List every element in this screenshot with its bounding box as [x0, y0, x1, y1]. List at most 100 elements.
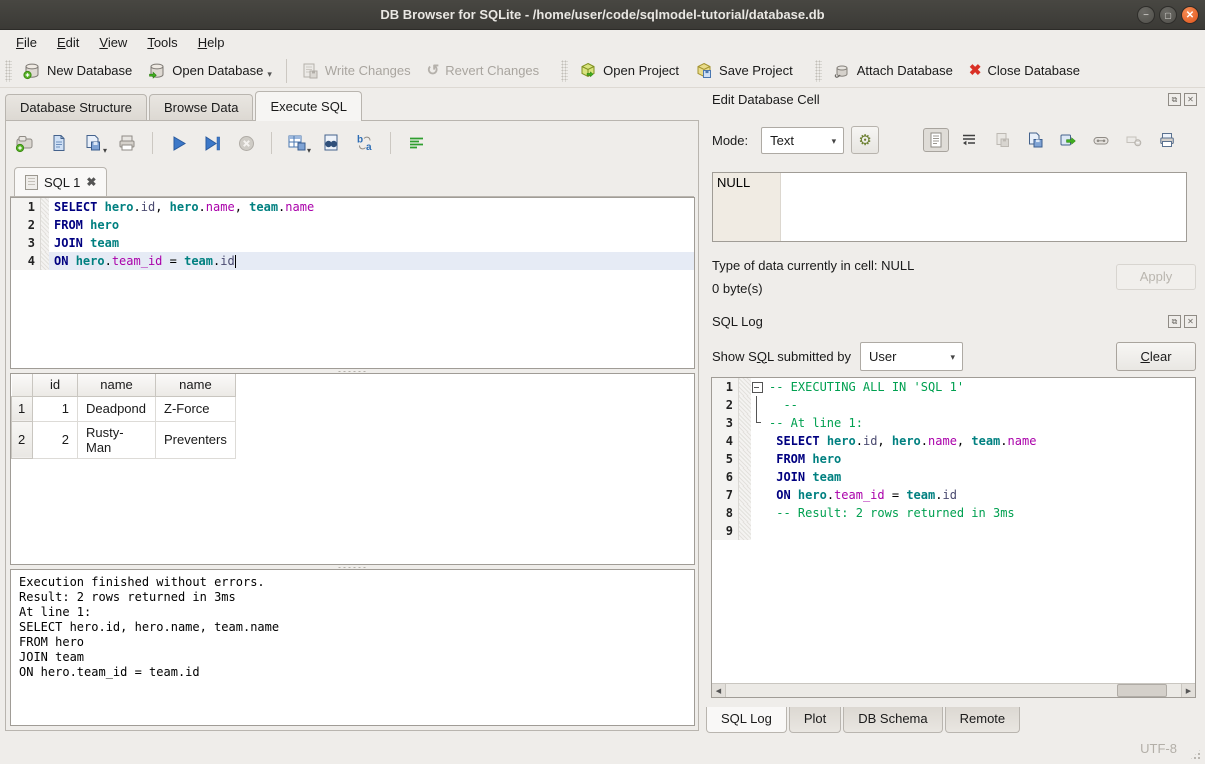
cell-id[interactable]: 1	[33, 396, 78, 421]
clear-log-button[interactable]: Clear	[1116, 342, 1196, 371]
menu-edit[interactable]: Edit	[47, 32, 89, 53]
code-text: -- Result: 2 rows returned in 3ms	[764, 504, 1195, 522]
cell-hero-name[interactable]: Deadpond	[78, 396, 156, 421]
results-corner-cell[interactable]	[12, 374, 33, 396]
auto-apply-button[interactable]: ⚙	[851, 126, 879, 154]
sql1-tab-close-icon[interactable]: ✖	[86, 175, 96, 189]
menu-view[interactable]: View	[89, 32, 137, 53]
cell-type-info: Type of data currently in cell: NULL	[712, 258, 914, 273]
close-button[interactable]: ✕	[1181, 6, 1199, 24]
menubar: File Edit View Tools Help	[0, 30, 1205, 54]
tab-sql-log[interactable]: SQL Log	[706, 707, 787, 733]
results-col-name2[interactable]: name	[156, 374, 236, 396]
print-cell-button[interactable]	[1154, 128, 1180, 152]
code-line[interactable]: 7 ON hero.team_id = team.id	[712, 486, 1195, 504]
code-line[interactable]: 4 SELECT hero.id, hero.name, team.name	[712, 432, 1195, 450]
menu-help[interactable]: Help	[188, 32, 235, 53]
scrollbar-thumb[interactable]	[1117, 684, 1167, 697]
cell-hero-name[interactable]: Rusty-Man	[78, 421, 156, 458]
code-line[interactable]: 3JOIN team	[11, 234, 694, 252]
code-line[interactable]: 3-- At line 1:	[712, 414, 1195, 432]
tab-database-structure[interactable]: Database Structure	[5, 94, 147, 121]
sql-log-dock-buttons: ⧉ ✕	[1168, 315, 1197, 328]
code-line[interactable]: 6 JOIN team	[712, 468, 1195, 486]
float-panel-button[interactable]: ⧉	[1168, 93, 1181, 106]
scroll-right-button[interactable]: ▶	[1181, 684, 1195, 697]
sql-log-view[interactable]: 1-- EXECUTING ALL IN 'SQL 1'2 --3-- At l…	[711, 377, 1196, 698]
tab-db-schema[interactable]: DB Schema	[843, 707, 942, 733]
format-sql-button[interactable]	[405, 132, 427, 154]
fold-column	[751, 504, 764, 522]
close-database-button[interactable]: ✖ Close Database	[961, 59, 1088, 83]
word-wrap-button[interactable]	[956, 128, 982, 152]
maximize-button[interactable]: ▢	[1159, 6, 1177, 24]
execution-message[interactable]: Execution finished without errors. Resul…	[10, 569, 695, 726]
export-cell-button[interactable]	[1022, 128, 1048, 152]
toolbar-separator	[152, 132, 153, 154]
code-line[interactable]: 5 FROM hero	[712, 450, 1195, 468]
save-sql-dropdown-icon[interactable]: ▾	[103, 146, 107, 155]
print-button[interactable]	[116, 132, 138, 154]
menu-tools[interactable]: Tools	[137, 32, 187, 53]
open-database-button[interactable]: Open Database ▾	[140, 58, 280, 84]
save-results-button[interactable]: ▾	[286, 132, 308, 154]
row-header[interactable]: 2	[12, 421, 33, 458]
code-line[interactable]: 8 -- Result: 2 rows returned in 3ms	[712, 504, 1195, 522]
new-database-button[interactable]: New Database	[15, 58, 140, 84]
code-line[interactable]: 1SELECT hero.id, hero.name, team.name	[11, 198, 694, 216]
save-results-dropdown-icon[interactable]: ▾	[307, 146, 311, 155]
save-as-cell-button[interactable]	[1055, 128, 1081, 152]
attach-database-button[interactable]: Attach Database	[825, 58, 961, 84]
open-database-dropdown-icon[interactable]: ▾	[267, 69, 272, 80]
mode-select[interactable]: Text ▾	[761, 127, 844, 154]
float-panel-button[interactable]: ⧉	[1168, 315, 1181, 328]
replace-button[interactable]: b a	[354, 132, 376, 154]
copy-link-button[interactable]	[1088, 128, 1114, 152]
tab-remote[interactable]: Remote	[945, 707, 1021, 733]
toolbar-drag-handle[interactable]	[5, 60, 12, 82]
close-panel-button[interactable]: ✕	[1184, 315, 1197, 328]
sql-editor[interactable]: 1SELECT hero.id, hero.name, team.name2FR…	[10, 197, 695, 369]
minimize-button[interactable]: −	[1137, 6, 1155, 24]
fold-marker-icon[interactable]	[751, 378, 764, 396]
row-header[interactable]: 1	[12, 396, 33, 421]
find-button[interactable]	[320, 132, 342, 154]
code-line[interactable]: 2 --	[712, 396, 1195, 414]
tab-plot[interactable]: Plot	[789, 707, 841, 733]
save-sql-file-button[interactable]: ▾	[82, 132, 104, 154]
log-filter-select[interactable]: User ▾	[860, 342, 963, 371]
toolbar-drag-handle[interactable]	[561, 60, 568, 82]
open-sql-file-button[interactable]	[48, 132, 70, 154]
cell-editor-content[interactable]	[781, 173, 1186, 241]
sql1-tab[interactable]: SQL 1 ✖	[14, 167, 107, 196]
open-project-button[interactable]: Open Project	[571, 58, 687, 84]
cell-team-name[interactable]: Preventers	[156, 421, 236, 458]
fold-column	[751, 450, 764, 468]
scroll-left-button[interactable]: ◀	[712, 684, 726, 697]
text-mode-button[interactable]	[923, 128, 949, 152]
sql-log-title: SQL Log	[712, 314, 763, 332]
export-cell-icon	[1026, 131, 1044, 149]
menu-file[interactable]: File	[6, 32, 47, 53]
execute-line-button[interactable]	[201, 132, 223, 154]
tab-execute-sql[interactable]: Execute SQL	[255, 91, 362, 121]
execute-all-button[interactable]	[167, 132, 189, 154]
cell-editor[interactable]: NULL	[712, 172, 1187, 242]
new-sql-tab-button[interactable]	[14, 132, 36, 154]
save-project-button[interactable]: Save Project	[687, 58, 801, 84]
results-col-id[interactable]: id	[33, 374, 78, 396]
toolbar-drag-handle[interactable]	[815, 60, 822, 82]
results-col-name1[interactable]: name	[78, 374, 156, 396]
tab-browse-data[interactable]: Browse Data	[149, 94, 253, 121]
cell-id[interactable]: 2	[33, 421, 78, 458]
close-panel-button[interactable]: ✕	[1184, 93, 1197, 106]
scrollbar-track[interactable]	[726, 684, 1181, 697]
code-line[interactable]: 4ON hero.team_id = team.id	[11, 252, 694, 270]
cell-team-name[interactable]: Z-Force	[156, 396, 236, 421]
save-as-icon	[1059, 131, 1077, 149]
code-line[interactable]: 1-- EXECUTING ALL IN 'SQL 1'	[712, 378, 1195, 396]
resize-grip-icon[interactable]	[1189, 748, 1202, 761]
code-line[interactable]: 9	[712, 522, 1195, 540]
titlebar[interactable]: DB Browser for SQLite - /home/user/code/…	[0, 0, 1205, 30]
code-line[interactable]: 2FROM hero	[11, 216, 694, 234]
